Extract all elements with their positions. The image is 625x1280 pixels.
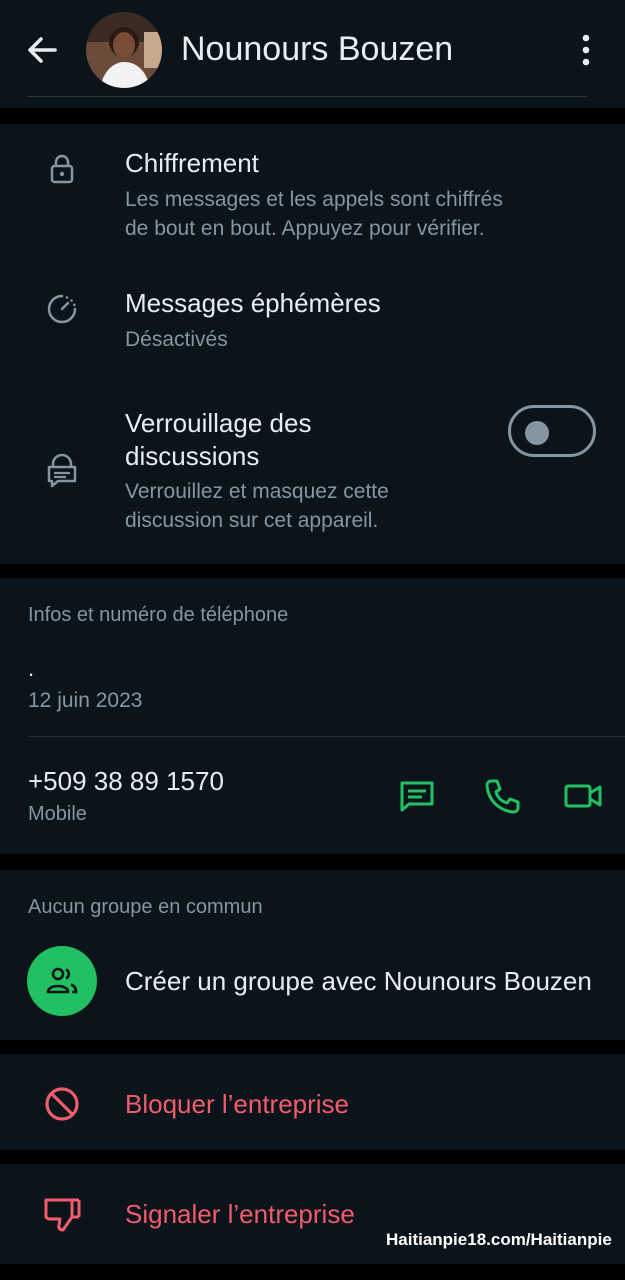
phone-icon[interactable]: [482, 776, 522, 816]
watermark-text: Haitianpie18.com/Haitianpie: [386, 1230, 612, 1249]
chat-lock-title-line2: discussions: [125, 441, 260, 471]
create-group-label: Créer un groupe avec Nounours Bouzen: [125, 966, 592, 996]
encryption-subtitle-line1: Les messages et les appels sont chiffrés: [125, 188, 503, 211]
header-divider: [28, 96, 587, 97]
top-bar: Nounours Bouzen: [0, 0, 625, 108]
disappearing-status: Désactivés: [125, 328, 228, 351]
lock-icon: [50, 154, 74, 184]
chat-lock-subtitle-line2: discussion sur cet appareil.: [125, 509, 379, 532]
avatar-photo: [86, 12, 162, 88]
timer-icon: [47, 294, 77, 324]
about-text: .: [28, 656, 35, 681]
block-business-label: Bloquer l’entreprise: [125, 1089, 350, 1119]
more-vert-icon[interactable]: [575, 30, 597, 70]
groups-section-header: Aucun groupe en commun: [28, 896, 263, 918]
report-business-label: Signaler l’entreprise: [125, 1199, 355, 1229]
message-icon[interactable]: [397, 776, 437, 816]
group-icon: [46, 967, 78, 994]
block-card[interactable]: Bloquer l’entreprise: [0, 1054, 625, 1150]
group-avatar: [27, 946, 97, 1016]
phone-type: Mobile: [28, 803, 87, 825]
chat-lock-icon: [47, 453, 77, 488]
video-icon[interactable]: [563, 776, 603, 816]
toggle-knob: [525, 421, 549, 445]
encryption-subtitle-line2: de bout en bout. Appuyez pour vérifier.: [125, 217, 485, 240]
thumbs-down-icon: [44, 1198, 81, 1232]
chat-lock-subtitle-line1: Verrouillez et masquez cette: [125, 480, 389, 503]
groups-card: Aucun groupe en commun Créer un groupe a…: [0, 870, 625, 1040]
back-arrow-icon[interactable]: [22, 30, 62, 70]
block-icon: [45, 1087, 79, 1121]
info-divider: [28, 736, 625, 737]
chat-lock-title-line1: Verrouillage des: [125, 408, 312, 438]
chat-lock-toggle[interactable]: [508, 405, 596, 457]
contact-name[interactable]: Nounours Bouzen: [181, 30, 453, 69]
phone-number: +509 38 89 1570: [28, 766, 224, 796]
about-date: 12 juin 2023: [28, 689, 143, 712]
info-section-header: Infos et numéro de téléphone: [28, 604, 289, 626]
avatar[interactable]: [86, 12, 162, 88]
info-card: Infos et numéro de téléphone . 12 juin 2…: [0, 578, 625, 854]
privacy-card: Chiffrement Les messages et les appels s…: [0, 124, 625, 564]
encryption-title: Chiffrement: [125, 148, 259, 178]
disappearing-title: Messages éphémères: [125, 288, 381, 318]
